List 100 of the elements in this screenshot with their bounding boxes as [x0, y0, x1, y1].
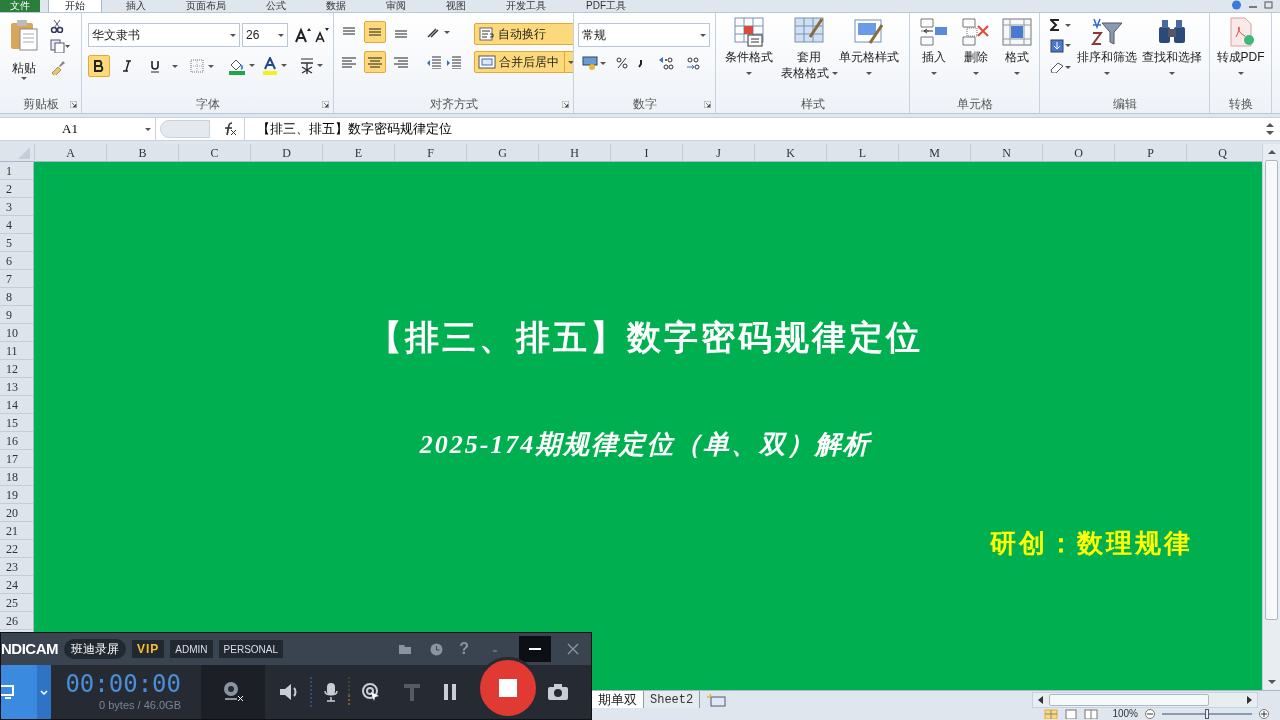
phonetic-guide-icon[interactable] [298, 57, 324, 75]
zoom-out-icon[interactable] [1144, 709, 1156, 719]
row-header[interactable]: 5 [0, 234, 33, 252]
row-header[interactable]: 18 [0, 468, 33, 486]
number-format-field[interactable]: 常规 [578, 23, 710, 47]
column-header[interactable]: A [34, 144, 106, 161]
autosum-icon[interactable] [1050, 19, 1072, 31]
paste-button[interactable]: 粘贴 [4, 17, 44, 95]
row-header[interactable]: 16 [0, 432, 33, 450]
currency-format-icon[interactable] [582, 55, 606, 71]
help-icon[interactable] [1231, 0, 1242, 10]
row-header[interactable]: 7 [0, 270, 33, 288]
eraser-icon[interactable] [1050, 61, 1072, 73]
cursor-click-icon[interactable] [361, 682, 381, 702]
scrollbar-thumb[interactable] [1049, 693, 1209, 706]
merge-center-button[interactable]: 合并后居中 [474, 51, 573, 73]
percent-icon[interactable] [616, 57, 628, 69]
dialog-launcher-icon[interactable] [704, 101, 711, 108]
column-header[interactable]: D [250, 144, 322, 161]
dialog-launcher-icon[interactable] [70, 101, 77, 108]
column-header[interactable]: B [106, 144, 178, 161]
fill-color-icon[interactable] [228, 57, 256, 75]
row-header[interactable]: 1 [0, 162, 33, 180]
font-name-field[interactable]: 华文隶书 [88, 23, 240, 47]
vertical-scrollbar[interactable] [1262, 144, 1280, 690]
row-header[interactable]: 3 [0, 198, 33, 216]
find-select-button[interactable]: 查找和选择 [1139, 17, 1205, 95]
row-header[interactable]: 4 [0, 216, 33, 234]
minimize-button[interactable] [519, 636, 551, 662]
column-header[interactable]: P [1114, 144, 1186, 161]
dialog-launcher-icon[interactable] [322, 101, 329, 108]
row-header[interactable]: 10 [0, 324, 33, 342]
comma-style-icon[interactable] [638, 58, 644, 68]
ribbon-tab[interactable]: 开始 [48, 0, 102, 12]
pause-icon[interactable] [443, 684, 457, 700]
row-header[interactable]: 11 [0, 342, 33, 360]
copy-icon[interactable] [50, 39, 70, 53]
fill-down-icon[interactable] [1050, 39, 1072, 53]
grow-font-icon[interactable] [294, 27, 312, 43]
ribbon-tab[interactable]: 视图 [430, 0, 482, 12]
row-header[interactable]: 25 [0, 594, 33, 612]
row-header[interactable]: 19 [0, 486, 33, 504]
row-header[interactable]: 2 [0, 180, 33, 198]
column-header[interactable]: E [322, 144, 394, 161]
speaker-icon[interactable] [279, 683, 299, 701]
zoom-in-icon[interactable] [1258, 709, 1270, 719]
row-header[interactable]: 20 [0, 504, 33, 522]
clock-icon[interactable] [430, 642, 444, 656]
insert-cells-button[interactable]: 插入 [916, 17, 952, 95]
bold-button[interactable] [88, 55, 110, 77]
column-header[interactable]: J [682, 144, 754, 161]
row-header[interactable]: 14 [0, 396, 33, 414]
sheet-tab[interactable]: 期单双 [592, 691, 644, 708]
format-as-table-button[interactable]: 套用 表格格式 [780, 17, 838, 95]
row-header[interactable]: 6 [0, 252, 33, 270]
increase-decimal-icon[interactable] [658, 56, 674, 70]
column-header[interactable]: O [1042, 144, 1114, 161]
column-header[interactable]: I [610, 144, 682, 161]
webcam-button[interactable] [201, 665, 265, 719]
column-header[interactable]: M [898, 144, 970, 161]
font-color-icon[interactable] [262, 57, 288, 75]
column-header[interactable]: H [538, 144, 610, 161]
format-painter-icon[interactable] [50, 59, 66, 75]
screen-mode-button[interactable] [1, 665, 37, 719]
ribbon-tab[interactable]: PDF工具 [570, 0, 642, 12]
shrink-font-icon[interactable] [314, 27, 330, 43]
center-button[interactable] [364, 51, 386, 73]
row-header[interactable]: 23 [0, 558, 33, 576]
name-box[interactable]: A1 [0, 118, 156, 140]
column-header[interactable]: N [970, 144, 1042, 161]
decrease-decimal-icon[interactable] [684, 56, 700, 70]
sort-filter-button[interactable]: 排序和筛选 [1073, 17, 1140, 95]
folder-icon[interactable] [398, 643, 413, 655]
row-header[interactable]: 8 [0, 288, 33, 306]
ribbon-tab[interactable]: 公式 [250, 0, 302, 12]
convert-pdf-button[interactable]: 转成PDF [1214, 17, 1267, 95]
column-header[interactable]: F [394, 144, 466, 161]
increase-indent-icon[interactable] [446, 55, 462, 69]
camera-icon[interactable] [547, 683, 569, 701]
column-header[interactable]: Q [1186, 144, 1258, 161]
dialog-launcher-icon[interactable] [562, 101, 569, 108]
ribbon-tab[interactable]: 数据 [310, 0, 362, 12]
ribbon-tab[interactable]: 开发工具 [490, 0, 562, 12]
font-size-field[interactable]: 26 [242, 23, 288, 47]
conditional-format-button[interactable]: 条件格式 [720, 17, 778, 95]
middle-align-button[interactable] [364, 21, 386, 43]
ribbon-tab[interactable]: 插入 [110, 0, 162, 12]
row-header[interactable]: 9 [0, 306, 33, 324]
insert-function-icon[interactable] [222, 122, 238, 136]
horizontal-scrollbar[interactable] [1032, 691, 1258, 708]
delete-cells-button[interactable]: 删除 [957, 17, 994, 95]
close-icon[interactable] [567, 643, 579, 655]
column-header[interactable]: L [826, 144, 898, 161]
sheet-tab[interactable]: Sheet2 [644, 691, 701, 708]
column-header[interactable]: K [754, 144, 826, 161]
formula-bar-handle[interactable] [160, 120, 210, 138]
decrease-indent-icon[interactable] [426, 55, 442, 69]
restore-icon[interactable] [1264, 1, 1274, 9]
scrollbar-thumb[interactable] [1265, 160, 1278, 620]
zoom-slider-thumb[interactable] [1205, 709, 1209, 719]
